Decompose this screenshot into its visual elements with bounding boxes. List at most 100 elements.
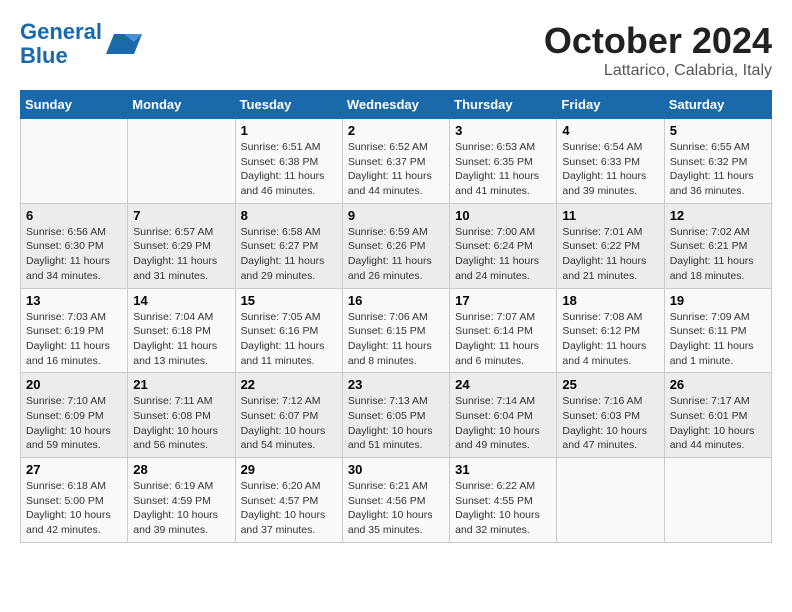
calendar-cell: 26 Sunrise: 7:17 AM Sunset: 6:01 PM Dayli… — [664, 373, 771, 458]
day-number: 11 — [562, 208, 658, 223]
day-info: Sunrise: 7:08 AM Sunset: 6:12 PM Dayligh… — [562, 310, 658, 369]
day-number: 27 — [26, 462, 122, 477]
day-info: Sunrise: 6:53 AM Sunset: 6:35 PM Dayligh… — [455, 140, 551, 199]
calendar-cell: 2 Sunrise: 6:52 AM Sunset: 6:37 PM Daylig… — [342, 119, 449, 204]
day-header-monday: Monday — [128, 91, 235, 119]
day-number: 21 — [133, 377, 229, 392]
day-info: Sunrise: 6:55 AM Sunset: 6:32 PM Dayligh… — [670, 140, 766, 199]
calendar-cell: 7 Sunrise: 6:57 AM Sunset: 6:29 PM Daylig… — [128, 203, 235, 288]
day-number: 26 — [670, 377, 766, 392]
calendar-header-row: SundayMondayTuesdayWednesdayThursdayFrid… — [21, 91, 772, 119]
calendar-cell: 29Sunrise: 6:20 AM Sunset: 4:57 PM Dayli… — [235, 458, 342, 543]
calendar-cell: 14 Sunrise: 7:04 AM Sunset: 6:18 PM Dayli… — [128, 288, 235, 373]
logo-line1: General — [20, 19, 102, 44]
day-info: Sunrise: 7:05 AM Sunset: 6:16 PM Dayligh… — [241, 310, 337, 369]
day-info: Sunrise: 7:09 AM Sunset: 6:11 PM Dayligh… — [670, 310, 766, 369]
calendar-cell: 1Sunrise: 6:51 AM Sunset: 6:38 PM Daylig… — [235, 119, 342, 204]
day-number: 8 — [241, 208, 337, 223]
calendar-cell: 19 Sunrise: 7:09 AM Sunset: 6:11 PM Dayli… — [664, 288, 771, 373]
day-info: Sunrise: 6:19 AM Sunset: 4:59 PM Dayligh… — [133, 479, 229, 538]
location-subtitle: Lattarico, Calabria, Italy — [544, 62, 772, 80]
calendar-cell — [664, 458, 771, 543]
calendar-cell: 24 Sunrise: 7:14 AM Sunset: 6:04 PM Dayli… — [450, 373, 557, 458]
day-number: 30 — [348, 462, 444, 477]
logo: General Blue — [20, 20, 142, 68]
calendar-cell: 6Sunrise: 6:56 AM Sunset: 6:30 PM Daylig… — [21, 203, 128, 288]
month-year-title: October 2024 — [544, 20, 772, 62]
calendar-week-row: 13 Sunrise: 7:03 AM Sunset: 6:19 PM Dayli… — [21, 288, 772, 373]
calendar-cell: 4 Sunrise: 6:54 AM Sunset: 6:33 PM Daylig… — [557, 119, 664, 204]
calendar-cell: 20 Sunrise: 7:10 AM Sunset: 6:09 PM Dayli… — [21, 373, 128, 458]
day-info: Sunrise: 7:07 AM Sunset: 6:14 PM Dayligh… — [455, 310, 551, 369]
calendar-cell: 17Sunrise: 7:07 AM Sunset: 6:14 PM Dayli… — [450, 288, 557, 373]
day-number: 19 — [670, 293, 766, 308]
day-header-sunday: Sunday — [21, 91, 128, 119]
day-number: 15 — [241, 293, 337, 308]
day-number: 18 — [562, 293, 658, 308]
day-header-saturday: Saturday — [664, 91, 771, 119]
day-info: Sunrise: 6:18 AM Sunset: 5:00 PM Dayligh… — [26, 479, 122, 538]
day-number: 9 — [348, 208, 444, 223]
day-number: 2 — [348, 123, 444, 138]
day-info: Sunrise: 7:06 AM Sunset: 6:15 PM Dayligh… — [348, 310, 444, 369]
calendar-cell: 11 Sunrise: 7:01 AM Sunset: 6:22 PM Dayli… — [557, 203, 664, 288]
day-number: 29 — [241, 462, 337, 477]
calendar-cell: 25 Sunrise: 7:16 AM Sunset: 6:03 PM Dayli… — [557, 373, 664, 458]
logo-icon — [106, 30, 142, 58]
day-number: 10 — [455, 208, 551, 223]
day-number: 14 — [133, 293, 229, 308]
day-header-wednesday: Wednesday — [342, 91, 449, 119]
page-header: General Blue October 2024 Lattarico, Cal… — [20, 20, 772, 80]
day-number: 7 — [133, 208, 229, 223]
day-number: 1 — [241, 123, 337, 138]
day-info: Sunrise: 7:17 AM Sunset: 6:01 PM Dayligh… — [670, 394, 766, 453]
calendar-week-row: 1Sunrise: 6:51 AM Sunset: 6:38 PM Daylig… — [21, 119, 772, 204]
day-header-thursday: Thursday — [450, 91, 557, 119]
day-info: Sunrise: 7:02 AM Sunset: 6:21 PM Dayligh… — [670, 225, 766, 284]
calendar-cell: 3Sunrise: 6:53 AM Sunset: 6:35 PM Daylig… — [450, 119, 557, 204]
calendar-table: SundayMondayTuesdayWednesdayThursdayFrid… — [20, 90, 772, 543]
calendar-cell: 15 Sunrise: 7:05 AM Sunset: 6:16 PM Dayli… — [235, 288, 342, 373]
day-info: Sunrise: 6:52 AM Sunset: 6:37 PM Dayligh… — [348, 140, 444, 199]
calendar-week-row: 20 Sunrise: 7:10 AM Sunset: 6:09 PM Dayli… — [21, 373, 772, 458]
calendar-cell — [557, 458, 664, 543]
calendar-cell: 5Sunrise: 6:55 AM Sunset: 6:32 PM Daylig… — [664, 119, 771, 204]
day-info: Sunrise: 7:16 AM Sunset: 6:03 PM Dayligh… — [562, 394, 658, 453]
day-number: 16 — [348, 293, 444, 308]
calendar-week-row: 27 Sunrise: 6:18 AM Sunset: 5:00 PM Dayli… — [21, 458, 772, 543]
day-number: 23 — [348, 377, 444, 392]
day-info: Sunrise: 7:01 AM Sunset: 6:22 PM Dayligh… — [562, 225, 658, 284]
calendar-cell: 10Sunrise: 7:00 AM Sunset: 6:24 PM Dayli… — [450, 203, 557, 288]
logo-line2: Blue — [20, 43, 68, 68]
day-number: 22 — [241, 377, 337, 392]
day-number: 4 — [562, 123, 658, 138]
calendar-cell — [21, 119, 128, 204]
day-info: Sunrise: 6:58 AM Sunset: 6:27 PM Dayligh… — [241, 225, 337, 284]
day-info: Sunrise: 6:59 AM Sunset: 6:26 PM Dayligh… — [348, 225, 444, 284]
day-number: 20 — [26, 377, 122, 392]
calendar-cell: 13 Sunrise: 7:03 AM Sunset: 6:19 PM Dayli… — [21, 288, 128, 373]
day-number: 24 — [455, 377, 551, 392]
day-info: Sunrise: 6:57 AM Sunset: 6:29 PM Dayligh… — [133, 225, 229, 284]
day-info: Sunrise: 7:12 AM Sunset: 6:07 PM Dayligh… — [241, 394, 337, 453]
calendar-cell: 28Sunrise: 6:19 AM Sunset: 4:59 PM Dayli… — [128, 458, 235, 543]
day-info: Sunrise: 7:10 AM Sunset: 6:09 PM Dayligh… — [26, 394, 122, 453]
day-number: 13 — [26, 293, 122, 308]
day-number: 6 — [26, 208, 122, 223]
calendar-cell: 12Sunrise: 7:02 AM Sunset: 6:21 PM Dayli… — [664, 203, 771, 288]
calendar-cell: 9 Sunrise: 6:59 AM Sunset: 6:26 PM Daylig… — [342, 203, 449, 288]
day-number: 25 — [562, 377, 658, 392]
calendar-cell: 16 Sunrise: 7:06 AM Sunset: 6:15 PM Dayli… — [342, 288, 449, 373]
calendar-cell: 27 Sunrise: 6:18 AM Sunset: 5:00 PM Dayli… — [21, 458, 128, 543]
day-info: Sunrise: 6:54 AM Sunset: 6:33 PM Dayligh… — [562, 140, 658, 199]
day-info: Sunrise: 7:04 AM Sunset: 6:18 PM Dayligh… — [133, 310, 229, 369]
day-info: Sunrise: 7:03 AM Sunset: 6:19 PM Dayligh… — [26, 310, 122, 369]
title-block: October 2024 Lattarico, Calabria, Italy — [544, 20, 772, 80]
logo-text: General Blue — [20, 20, 102, 68]
day-info: Sunrise: 7:11 AM Sunset: 6:08 PM Dayligh… — [133, 394, 229, 453]
calendar-cell — [128, 119, 235, 204]
day-number: 31 — [455, 462, 551, 477]
day-info: Sunrise: 6:22 AM Sunset: 4:55 PM Dayligh… — [455, 479, 551, 538]
day-info: Sunrise: 7:14 AM Sunset: 6:04 PM Dayligh… — [455, 394, 551, 453]
calendar-cell: 18 Sunrise: 7:08 AM Sunset: 6:12 PM Dayli… — [557, 288, 664, 373]
